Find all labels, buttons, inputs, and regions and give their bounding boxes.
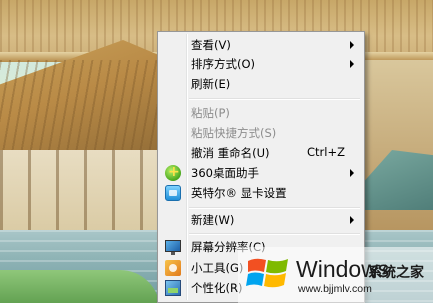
watermark-url: www.bjjmlv.com: [298, 283, 372, 295]
windows-logo-icon: [246, 258, 288, 288]
personalize-icon: [165, 280, 181, 296]
submenu-arrow-icon: [350, 41, 354, 49]
wallpaper-grass: [0, 270, 160, 303]
menu-separator: [189, 233, 360, 235]
menu-item-label: 查看(V): [191, 38, 231, 52]
submenu-arrow-icon: [350, 169, 354, 177]
menu-item-new[interactable]: 新建(W): [160, 209, 362, 231]
submenu-arrow-icon: [350, 60, 354, 68]
menu-item-paste[interactable]: 粘贴(P): [160, 102, 362, 124]
monitor-icon: [165, 240, 181, 255]
menu-item-label: 新建(W): [191, 213, 235, 227]
menu-item-label: 刷新(E): [191, 77, 231, 91]
menu-item-paste-shortcut[interactable]: 粘贴快捷方式(S): [160, 122, 362, 144]
intel-graphics-icon: [165, 185, 181, 201]
menu-item-label: 个性化(R): [191, 281, 243, 295]
menu-item-refresh[interactable]: 刷新(E): [160, 73, 362, 95]
menu-item-label: 撤消 重命名(U): [191, 146, 270, 160]
menu-item-sort-by[interactable]: 排序方式(O): [160, 53, 362, 75]
submenu-arrow-icon: [350, 216, 354, 224]
gadgets-icon: [165, 260, 181, 276]
menu-item-undo-rename[interactable]: 撤消 重命名(U) Ctrl+Z: [160, 142, 362, 164]
menu-item-label: 粘贴(P): [191, 106, 230, 120]
menu-item-shortcut: Ctrl+Z: [307, 145, 345, 159]
menu-item-label: 粘贴快捷方式(S): [191, 126, 277, 140]
menu-item-label: 英特尔® 显卡设置: [191, 186, 287, 200]
menu-item-intel-graphics[interactable]: 英特尔® 显卡设置: [160, 182, 362, 204]
menu-item-360-desktop-assistant[interactable]: 360桌面助手: [160, 162, 362, 184]
menu-separator: [189, 98, 360, 100]
menu-item-label: 360桌面助手: [191, 166, 259, 180]
menu-item-label: 排序方式(O): [191, 57, 256, 71]
menu-item-label: 小工具(G): [191, 261, 244, 275]
360-icon: [165, 164, 181, 181]
wallpaper-left-roof-lines: [0, 60, 165, 160]
watermark-subtitle: 系统之家: [368, 265, 424, 281]
